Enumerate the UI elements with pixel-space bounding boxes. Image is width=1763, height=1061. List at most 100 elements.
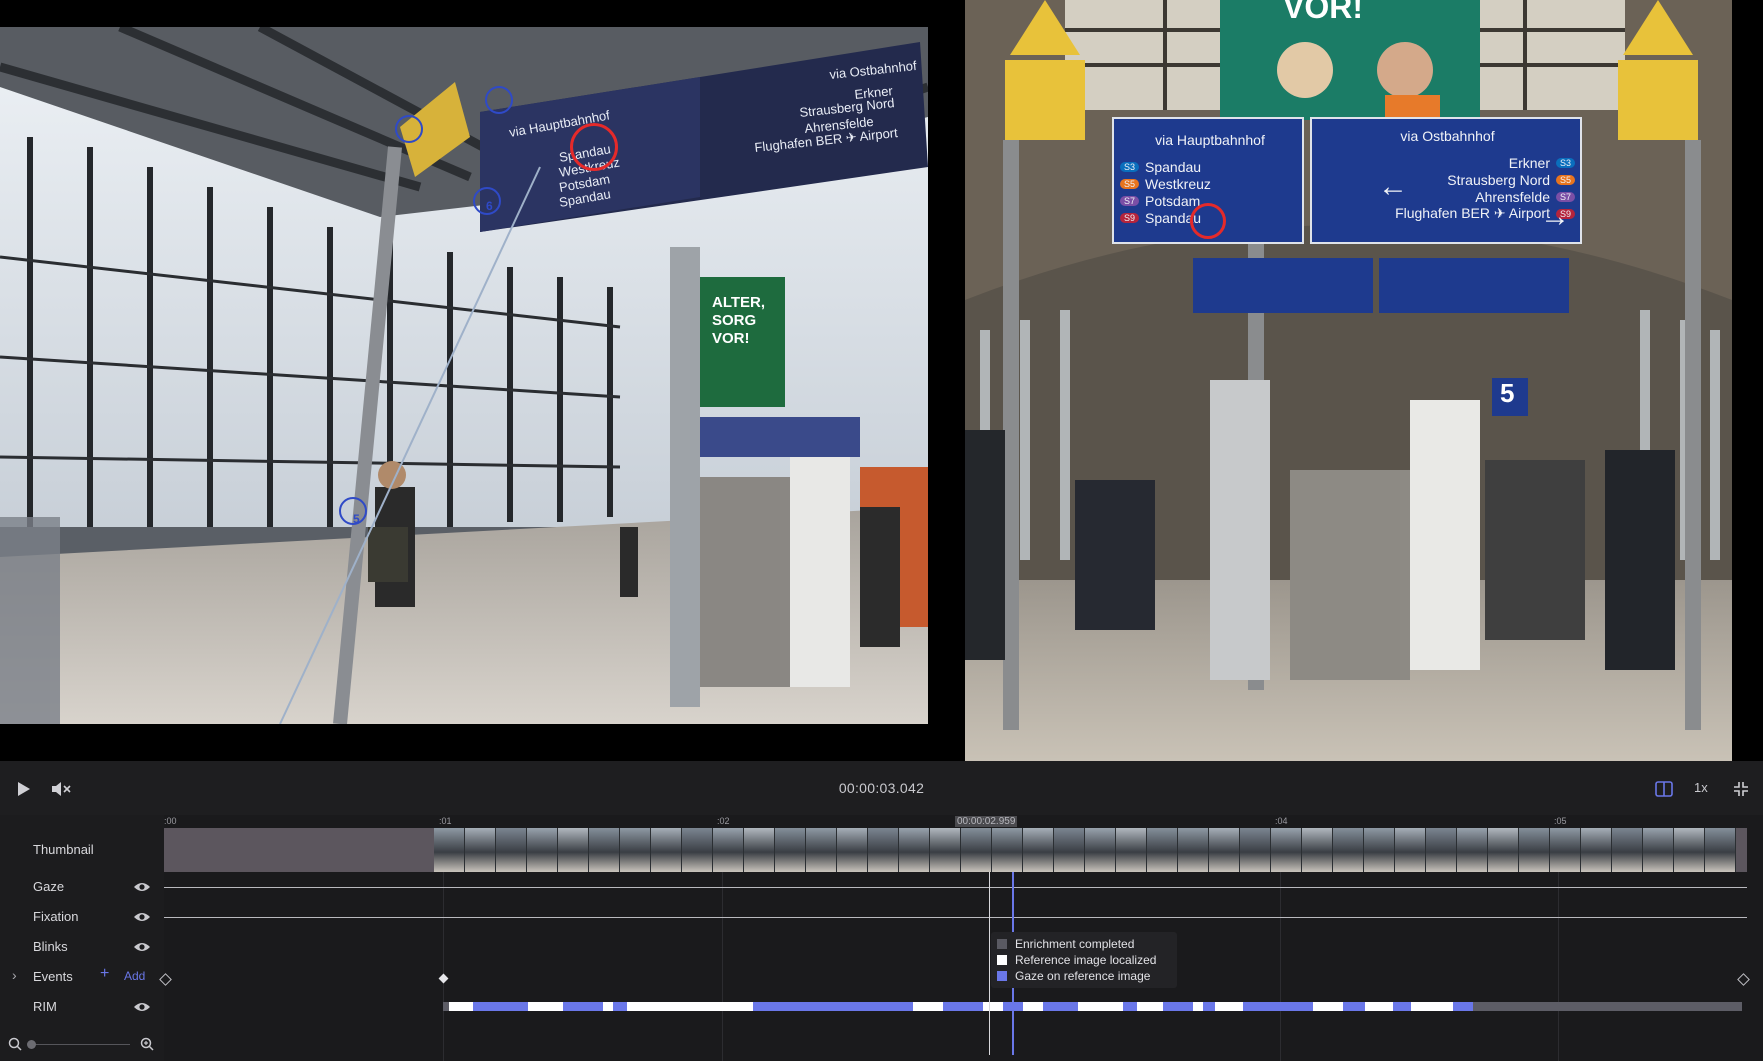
arrow-right-icon: → [1540,200,1570,233]
thumbnail-frame [1488,828,1519,872]
thumbnail-frame [651,828,682,872]
sign-line: Ahrensfelde S7 [1320,188,1575,205]
legend-item: Enrichment completed [997,936,1171,952]
rim-segment [1393,1002,1411,1011]
svg-text:SORG: SORG [712,312,756,329]
line-badge: S9 [1120,212,1140,223]
thumbnail-frame [1395,828,1426,872]
thumbnail-frame [992,828,1023,872]
legend-label: Gaze on reference image [1015,969,1151,983]
split-view-icon[interactable] [1650,775,1678,803]
rim-segment [943,1002,983,1011]
collapse-icon[interactable] [1727,775,1755,803]
playhead-time-label: 00:00:02.959 [955,816,1018,827]
reference-image: VOR! [965,0,1732,761]
playback-speed[interactable]: 1x [1694,780,1708,795]
sign-line: S5 Westkreuz [1120,175,1300,192]
thumbnail-frame [1705,828,1736,872]
rim-segment [1243,1002,1313,1011]
thumbnail-frame [806,828,837,872]
event-marker[interactable] [438,973,449,984]
track-labels: Thumbnail Gaze Fixation Blinks › Events … [0,815,164,1061]
thumbnail-frame [1643,828,1674,872]
tick-label: :00 [164,816,177,826]
thumbnail-frame [1116,828,1147,872]
sign-line: Flughafen BER ✈ Airport S9 [1320,205,1575,222]
zoom-out-icon[interactable] [8,1037,22,1051]
track-label-gaze: Gaze [33,879,65,894]
svg-text:VOR!: VOR! [712,330,750,347]
legend-swatch [997,971,1007,981]
thumbnail-frame [434,828,465,872]
line-badge: S5 [1555,174,1575,185]
line-badge: S7 [1120,195,1140,206]
line-badge: S3 [1120,161,1140,172]
legend-item: Gaze on reference image [997,968,1171,984]
thumbnail-frame [1519,828,1550,872]
timeline-panel: Thumbnail Gaze Fixation Blinks › Events … [0,815,1763,1061]
add-icon[interactable]: + [100,965,109,983]
event-marker[interactable] [1737,973,1750,986]
arrow-left-icon: ← [1378,170,1408,203]
thumbnail-frame [589,828,620,872]
thumbnail-frame [1333,828,1364,872]
tick-label: :04 [1275,816,1288,826]
thumbnail-frame [961,828,992,872]
current-timecode: 00:00:03.042 [838,780,925,796]
zoom-slider-track[interactable] [30,1044,130,1045]
rim-segment [1123,1002,1137,1011]
thumbnail-frame [1550,828,1581,872]
svg-text:ALTER,: ALTER, [712,294,765,311]
thumbnail-frame [496,828,527,872]
rim-segment [513,1002,525,1011]
thumbnail-frame [1209,828,1240,872]
thumbnail-frame [930,828,961,872]
reference-image-pane[interactable]: VOR! via Hauptbahnhof S3 Spandau S5 Westk [965,0,1732,761]
legend-swatch [997,955,1007,965]
chevron-right-icon[interactable]: › [12,967,17,983]
scene-video-pane[interactable]: via Hauptbahnhof Spandau Westkreuz Potsd… [0,27,928,724]
eye-icon[interactable] [133,1001,151,1013]
rim-segment [1163,1002,1193,1011]
tick-label: :05 [1554,816,1567,826]
add-event-button[interactable]: Add [124,969,145,983]
eye-icon[interactable] [133,881,151,893]
thumbnail-frame [775,828,806,872]
zoom-in-icon[interactable] [140,1037,154,1051]
sign-line: Erkner S3 [1320,154,1575,171]
fixation-marker [485,86,513,114]
eye-icon[interactable] [133,941,151,953]
sign-right-header: via Ostbahnhof [1400,128,1495,144]
gaze-track-line [164,887,1747,888]
thumbnail-frame [1147,828,1178,872]
line-badge: S5 [1120,178,1140,189]
rim-track-bar[interactable] [443,1002,1742,1011]
thumbnail-frame [1581,828,1612,872]
tick-label: :01 [439,816,452,826]
line-destination: Westkreuz [1145,175,1211,192]
fixation-number: 6 [486,199,493,213]
fixation-number: 5 [353,512,360,526]
track-label-blinks: Blinks [33,939,68,954]
thumbnail-frame [1240,828,1271,872]
sign-line: Strausberg Nord S5 [1320,171,1575,188]
thumbnail-frame [1023,828,1054,872]
thumbnail-frame [1364,828,1395,872]
thumbnail-strip[interactable] [164,828,1747,872]
rim-legend-tooltip: Enrichment completed Reference image loc… [991,932,1177,988]
thumbnail-frame [1426,828,1457,872]
playhead-line[interactable] [989,872,990,1055]
legend-swatch [997,939,1007,949]
thumbnail-frame [713,828,744,872]
platform-number: 5 [1500,378,1515,408]
eye-icon[interactable] [133,911,151,923]
line-badge: S3 [1555,157,1575,168]
svg-text:VOR!: VOR! [1283,0,1363,25]
line-destination: Flughafen BER ✈ Airport [1395,205,1550,221]
fixation-marker [395,115,423,143]
zoom-slider-handle[interactable] [27,1040,36,1049]
track-label-rim: RIM [33,999,57,1014]
rim-segment [1043,1002,1078,1011]
playback-controls: 00:00:03.042 1x [0,761,1763,815]
rim-segment [1453,1002,1473,1011]
